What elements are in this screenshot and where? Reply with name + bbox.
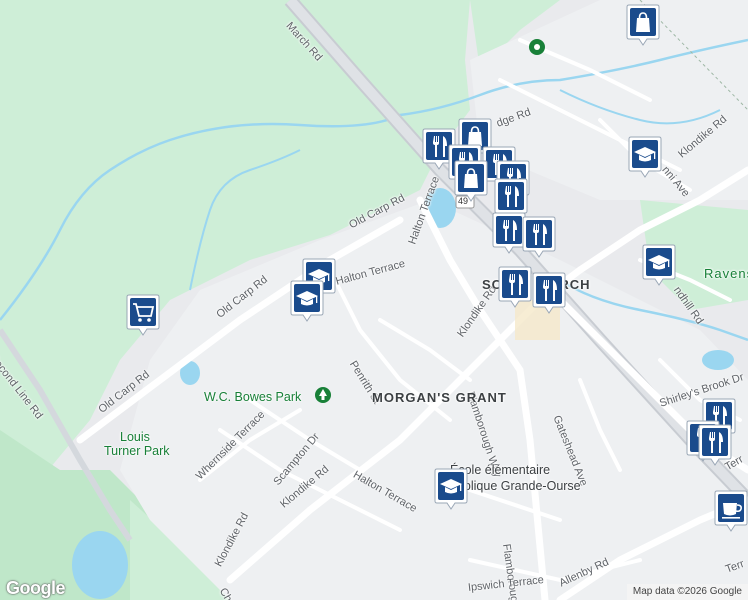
google-logo: Google: [6, 578, 66, 598]
poi-label-wc-bowes-park[interactable]: W.C. Bowes Park: [204, 390, 301, 404]
grocery-marker[interactable]: [126, 294, 160, 336]
map-base-layer: [0, 0, 748, 600]
restaurant-icon: [522, 216, 556, 258]
restaurant-marker[interactable]: [532, 272, 566, 314]
restaurant-icon: [698, 424, 732, 466]
school-marker[interactable]: [434, 468, 468, 510]
map-attribution[interactable]: Map data ©2026 Google: [626, 584, 748, 600]
school-marker[interactable]: [290, 280, 324, 322]
school-marker[interactable]: [642, 244, 676, 286]
poi-label-ecole[interactable]: publique Grande-Ourse: [450, 479, 581, 493]
restaurant-icon: [532, 272, 566, 314]
restaurant-marker[interactable]: [492, 212, 526, 254]
area-label-ravens: Ravens: [704, 266, 748, 281]
shopping-bag-icon: [454, 160, 488, 202]
shopping-marker[interactable]: [626, 4, 660, 46]
map-canvas[interactable]: March Rd Second Line Rd Old Carp Rd Old …: [0, 0, 748, 600]
restaurant-icon: [498, 266, 532, 308]
school-marker[interactable]: [628, 136, 662, 178]
shopping-bag-icon: [626, 4, 660, 46]
park-icon[interactable]: [528, 38, 546, 56]
school-icon: [628, 136, 662, 178]
shopping-marker[interactable]: [454, 160, 488, 202]
park-icon[interactable]: [314, 386, 332, 404]
school-icon: [642, 244, 676, 286]
restaurant-icon: [492, 212, 526, 254]
school-icon: [290, 280, 324, 322]
poi-label-louis-turner-park[interactable]: Turner Park: [104, 444, 170, 458]
restaurant-marker[interactable]: [698, 424, 732, 466]
grocery-cart-icon: [126, 294, 160, 336]
coffee-icon: [714, 490, 748, 532]
cafe-marker[interactable]: [714, 490, 748, 532]
restaurant-marker[interactable]: [522, 216, 556, 258]
restaurant-marker[interactable]: [498, 266, 532, 308]
school-icon: [434, 468, 468, 510]
poi-label-louis-turner-park[interactable]: Louis: [120, 430, 150, 444]
area-label-morgans-grant: MORGAN'S GRANT: [372, 390, 507, 405]
